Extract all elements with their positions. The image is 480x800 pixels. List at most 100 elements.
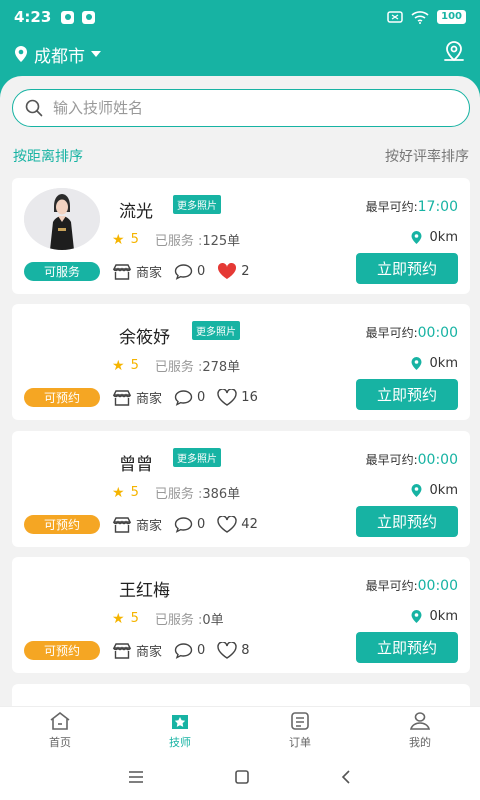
notification-app-icon [61,10,75,24]
status-badge: 可服务 [24,262,100,281]
comment-count-value: 0 [197,264,206,279]
technician-name: 流光 [119,202,153,222]
meta-row: 商家 0 16 [112,388,270,407]
sort-options: 按距离排序 按好评率排序 [13,146,469,166]
rating-row: ★ 5 已服务 :125单 [112,230,240,250]
tab-technician[interactable]: 技师 [120,707,240,754]
avatar[interactable] [24,188,100,250]
comment-count-value: 0 [197,643,206,658]
like-count[interactable]: 8 [217,642,250,659]
search-input[interactable] [53,99,433,117]
merchant-link[interactable]: 商家 [112,262,162,281]
comment-count-value: 0 [197,390,206,405]
home-square-icon[interactable] [234,769,250,785]
distance: 0km [411,356,458,371]
book-now-button[interactable]: 立即预约 [356,253,458,284]
earliest-time: 00:00 [417,325,458,341]
comment-count-value: 0 [197,517,206,532]
more-photos-badge[interactable]: 更多照片 [173,448,221,467]
meta-row: 商家 0 42 [112,515,270,534]
location-pin-icon [411,610,422,623]
sort-by-distance[interactable]: 按距离排序 [13,146,83,166]
heart-filled-icon [218,263,237,279]
earliest-label: 最早可约: [365,200,418,214]
book-now-button[interactable]: 立即预约 [356,379,458,410]
shop-icon [112,389,132,406]
technician-card-partial[interactable] [12,684,470,706]
distance-value: 0km [429,483,458,498]
heart-outline-icon [217,642,237,659]
distance-value: 0km [429,356,458,371]
earliest-time: 17:00 [417,199,458,215]
star-icon: ★ [112,484,125,501]
tab-profile[interactable]: 我的 [360,707,480,754]
city-selector[interactable]: 成都市 [34,42,85,67]
status-time: 4:23 [14,8,52,26]
technician-card[interactable]: 流光 更多照片 最早可约:17:00 ★ 5 已服务 :125单 0km 可服务… [12,178,470,294]
book-now-button[interactable]: 立即预约 [356,506,458,537]
main-content: 按距离排序 按好评率排序 流光 更多照片 最早可约:17:00 ★ 5 已服务 … [0,76,480,706]
tab-home-label: 首页 [49,736,71,749]
merchant-label: 商家 [136,645,163,660]
notification-app-icon [82,10,96,24]
star-icon: ★ [112,357,125,374]
technician-name: 王红梅 [119,581,170,601]
meta-row: 商家 0 8 [112,641,262,660]
tab-home[interactable]: 首页 [0,707,120,754]
search-icon [25,99,43,117]
rating-value: 5 [130,232,139,247]
tab-orders[interactable]: 订单 [240,707,360,754]
comment-count[interactable]: 0 [174,263,206,280]
merchant-label: 商家 [136,392,163,407]
comment-count[interactable]: 0 [174,389,206,406]
back-icon[interactable] [340,769,352,785]
map-location-icon[interactable] [442,40,466,64]
merchant-link[interactable]: 商家 [112,515,162,534]
comment-count[interactable]: 0 [174,642,206,659]
served-count: 386单 [202,487,241,502]
served-label: 已服务 : [154,234,203,249]
like-count[interactable]: 2 [217,263,250,280]
merchant-link[interactable]: 商家 [112,388,162,407]
earliest-time: 00:00 [417,452,458,468]
distance-value: 0km [429,609,458,624]
book-now-button[interactable]: 立即预约 [356,632,458,663]
location-pin-icon [411,231,422,244]
home-icon [50,711,70,730]
sort-by-rating[interactable]: 按好评率排序 [385,146,469,166]
status-badge: 可预约 [24,641,100,660]
earliest-available: 最早可约:17:00 [366,198,458,215]
technician-card[interactable]: 曾曾 更多照片 最早可约:00:00 ★ 5 已服务 :386单 0km 可预约… [12,431,470,547]
comment-icon [174,516,193,533]
menu-icon[interactable] [128,770,144,784]
more-photos-badge[interactable]: 更多照片 [192,321,240,340]
star-icon: ★ [112,610,125,627]
comment-count[interactable]: 0 [174,516,206,533]
merchant-link[interactable]: 商家 [112,641,162,660]
search-bar[interactable] [12,89,470,127]
battery-indicator: 100 [437,10,466,24]
tab-profile-label: 我的 [409,736,431,749]
like-count[interactable]: 16 [217,389,258,406]
technician-name: 曾曾 [119,455,153,475]
wifi-icon [411,10,429,24]
rating-value: 5 [130,485,139,500]
rating-row: ★ 5 已服务 :386单 [112,483,241,503]
technician-card[interactable]: 余筱妤 更多照片 最早可约:00:00 ★ 5 已服务 :278单 0km 可预… [12,304,470,420]
status-badge: 可预约 [24,515,100,534]
earliest-available: 最早可约:00:00 [366,324,458,341]
chevron-down-icon[interactable] [91,51,101,57]
more-photos-badge[interactable]: 更多照片 [173,195,221,214]
meta-row: 商家 0 2 [112,262,262,281]
comment-icon [174,642,193,659]
like-count[interactable]: 42 [217,516,258,533]
technician-card[interactable]: 王红梅 最早可约:00:00 ★ 5 已服务 :0单 0km 可预约 商家 0 … [12,557,470,673]
distance: 0km [411,230,458,245]
served-label: 已服务 : [154,360,203,375]
rating-row: ★ 5 已服务 :278单 [112,356,240,376]
shop-icon [112,516,132,533]
location-pin-icon [15,46,27,62]
system-navigation-bar [0,754,480,800]
header: 成都市 [0,34,480,74]
heart-outline-icon [217,389,237,406]
